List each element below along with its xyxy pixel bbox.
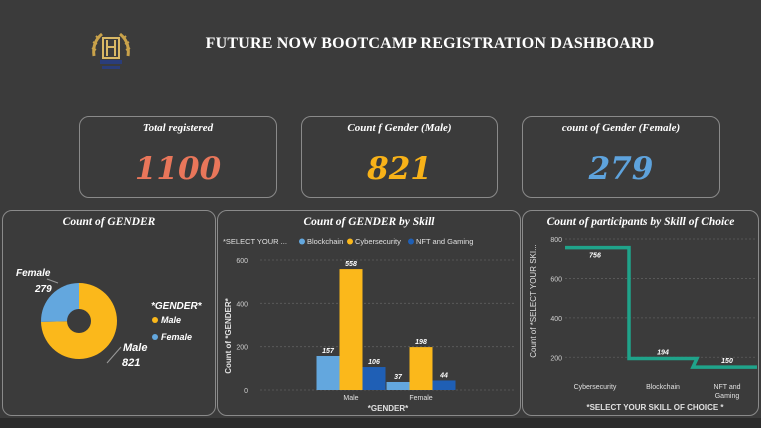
- line-x-axis-title: *SELECT YOUR SKILL OF CHOICE *: [586, 403, 724, 412]
- bar-y-tick-label: 0: [244, 388, 248, 395]
- bar-data-label: 37: [394, 374, 403, 381]
- bar-data-label: 157: [322, 348, 335, 355]
- donut-panel[interactable]: Count of GENDER Female 279 Male 821 *GEN…: [2, 210, 216, 416]
- bar-x-axis-title: *GENDER*: [368, 404, 409, 413]
- grouped-bar-chart: *SELECT YOUR ... Blockchain Cybersecurit…: [223, 237, 514, 413]
- bar-female-blockchain[interactable]: [386, 381, 410, 390]
- fh-logo-icon: [88, 26, 134, 72]
- bar-y-axis-title: Count of *GENDER*: [224, 297, 233, 373]
- line-y-tick-label: 800: [550, 237, 562, 244]
- donut-legend-female[interactable]: Female: [161, 332, 192, 342]
- bar-x-tick-label: Male: [343, 395, 358, 402]
- legend-marker-cybersecurity: [347, 238, 353, 245]
- kpi-card-total[interactable]: Total registered 1100: [79, 116, 277, 198]
- line-x-tick-label: Blockchain: [646, 384, 680, 391]
- bar-y-tick-label: 400: [236, 301, 248, 308]
- bar-data-label: 106: [368, 359, 380, 366]
- bar-y-tick-label: 200: [236, 345, 248, 352]
- kpi-label: Count f Gender (Male): [347, 122, 452, 134]
- line-data-label: 150: [721, 358, 733, 365]
- donut-legend-male[interactable]: Male: [161, 315, 181, 325]
- legend-marker-blockchain: [299, 238, 305, 245]
- legend-marker-male: [152, 317, 158, 323]
- legend-marker-nft: [408, 238, 414, 245]
- bar-legend-blockchain[interactable]: Blockchain: [307, 237, 343, 246]
- bar-data-label: 558: [345, 261, 357, 268]
- line-x-tick-label: NFT and: [713, 384, 740, 391]
- bar-male-cybersecurity[interactable]: [339, 269, 363, 390]
- line-y-tick-label: 400: [550, 316, 562, 323]
- male-leader-line: [106, 346, 122, 364]
- participants-by-skill-panel[interactable]: Count of participants by Skill of Choice…: [522, 210, 759, 416]
- dashboard-title: FUTURE NOW BOOTCAMP REGISTRATION DASHBOA…: [205, 35, 655, 52]
- donut-legend-title: *GENDER*: [151, 301, 203, 312]
- line-x-tick-label: Cybersecurity: [574, 384, 617, 391]
- bar-legend-title: *SELECT YOUR ...: [223, 237, 287, 246]
- line-y-axis-title: Count of *SELECT YOUR SKI...: [529, 244, 538, 358]
- legend-marker-female: [152, 334, 158, 340]
- kpi-value-male: 821: [367, 151, 432, 187]
- kpi-label: count of Gender (Female): [561, 122, 681, 134]
- donut-label-male: Male: [123, 342, 147, 354]
- kpi-value-total: 1100: [134, 151, 222, 187]
- skill-by-gender-panel[interactable]: Count of GENDER by Skill *SELECT YOUR ..…: [217, 210, 521, 416]
- bottom-strip: [0, 418, 761, 428]
- line-y-tick-label: 600: [550, 276, 562, 283]
- bar-data-label: 198: [415, 339, 427, 346]
- donut-hole: [67, 309, 91, 333]
- step-line-chart: Count of *SELECT YOUR SKI... *SELECT YOU…: [529, 237, 757, 412]
- female-leader-line: [46, 278, 59, 284]
- line-x-tick-label: Gaming: [715, 393, 740, 400]
- bar-data-label: 44: [439, 372, 448, 379]
- donut-chart: Female 279 Male 821 *GENDER* Male Female: [16, 268, 203, 369]
- bar-male-nft-and-gaming[interactable]: [362, 367, 386, 390]
- line-data-label: 194: [657, 349, 669, 356]
- donut-value-male: 821: [122, 357, 140, 369]
- kpi-label: Total registered: [142, 122, 214, 134]
- donut-label-female: Female: [16, 268, 51, 279]
- bar-x-tick-label: Female: [409, 395, 432, 402]
- line-y-tick-label: 200: [550, 355, 562, 362]
- bar-female-cybersecurity[interactable]: [409, 347, 433, 390]
- bar-male-blockchain[interactable]: [316, 355, 340, 390]
- bar-legend-nft[interactable]: NFT and Gaming: [416, 237, 473, 246]
- kpi-card-male[interactable]: Count f Gender (Male) 821: [301, 116, 498, 198]
- kpi-value-female: 279: [588, 151, 654, 187]
- line-data-label: 756: [589, 253, 601, 260]
- bar-female-nft-and-gaming[interactable]: [432, 380, 456, 390]
- bar-y-tick-label: 600: [236, 258, 248, 265]
- bar-legend-cybersecurity[interactable]: Cybersecurity: [355, 237, 401, 246]
- kpi-card-female[interactable]: count of Gender (Female) 279: [522, 116, 720, 198]
- donut-value-female: 279: [34, 284, 52, 295]
